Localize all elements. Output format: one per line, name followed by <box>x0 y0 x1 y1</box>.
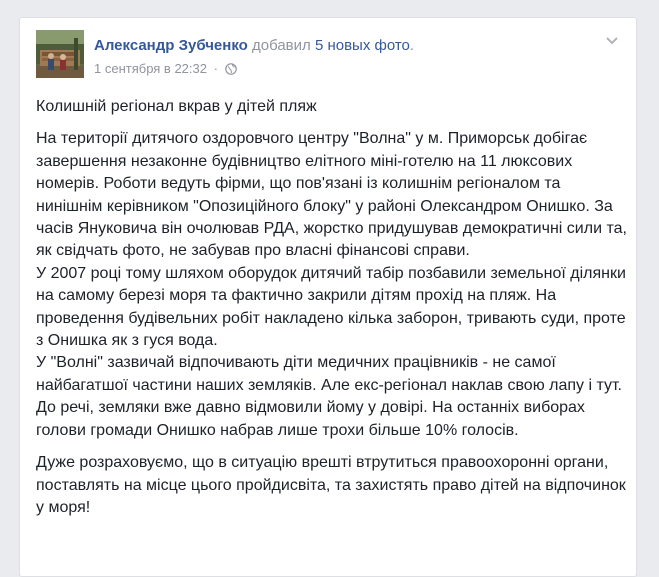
post-paragraph: У "Волні" зазвичай відпочивають діти мед… <box>36 354 622 439</box>
meta-separator: · <box>213 61 218 76</box>
globe-icon[interactable] <box>224 63 237 78</box>
post-action-end: . <box>409 37 415 54</box>
post-paragraph: На території дитячого оздоровчого центру… <box>36 130 627 260</box>
post-header: Александр Зубченко добавил 5 новых фото.… <box>36 30 624 80</box>
post-timestamp[interactable]: 1 сентября в 22:32 <box>94 61 207 76</box>
post-meta: 1 сентября в 22:32 · <box>94 61 237 78</box>
post-card: Александр Зубченко добавил 5 новых фото.… <box>19 17 637 577</box>
post-action-text: добавил <box>247 37 315 54</box>
avatar[interactable] <box>36 30 84 78</box>
post-paragraph: У 2007 році тому шляхом оборудок дитячий… <box>36 264 626 350</box>
chevron-down-icon[interactable] <box>604 34 620 48</box>
post-paragraph-headline: Колишній регіонал вкрав у дітей пляж <box>36 98 317 115</box>
photos-link[interactable]: 5 новых фото <box>315 37 410 54</box>
post-paragraph: Дуже розраховуємо, що в ситуацію врешті … <box>36 454 626 516</box>
post-text: Колишній регіонал вкрав у дітей пляж На … <box>36 96 628 519</box>
post-title-line: Александр Зубченко добавил 5 новых фото. <box>94 37 414 54</box>
author-name-link[interactable]: Александр Зубченко <box>94 37 248 54</box>
avatar-photo <box>36 30 84 78</box>
